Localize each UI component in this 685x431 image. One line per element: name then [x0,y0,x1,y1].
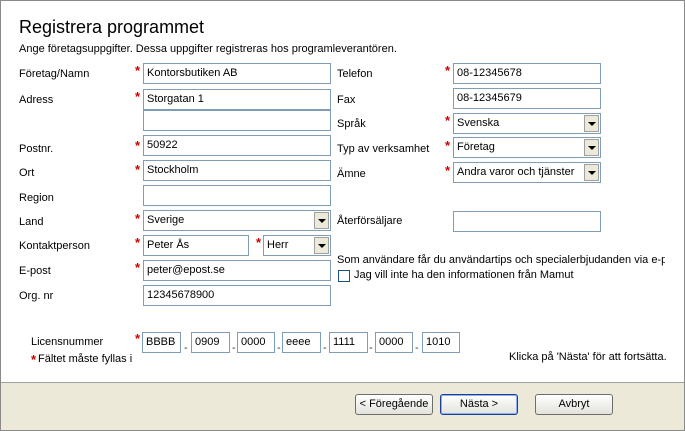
required-marker: * [135,138,141,153]
contact-label: Kontaktperson [19,240,90,252]
required-marker: * [31,352,37,367]
business-type-select[interactable]: Företag [453,137,601,158]
license-part-2[interactable]: 0909 [191,332,230,353]
license-part-1[interactable]: BBBB [142,332,181,353]
company-field[interactable]: Kontorsbutiken AB [143,63,331,84]
required-marker: * [135,331,141,346]
fax-label: Fax [337,94,356,106]
phone-label: Telefon [337,68,373,80]
phone-field[interactable]: 08-12345678 [453,63,601,84]
business-type-label: Typ av verksamhet [337,143,430,155]
subject-select[interactable]: Andra varor och tjänster [453,162,601,183]
license-part-6[interactable]: 0000 [375,332,413,353]
business-type-value: Företag [457,141,495,153]
required-marker: * [445,63,451,78]
info-text: Som användare får du användartips och sp… [337,254,665,266]
cancel-button[interactable]: Avbryt [535,394,613,415]
license-separator: - [277,342,281,354]
required-marker: * [135,162,141,177]
chevron-down-icon[interactable] [584,115,599,132]
license-part-4[interactable]: eeee [282,332,321,353]
required-marker: * [135,211,141,226]
required-note: Fältet måste fyllas i [38,353,133,365]
next-button[interactable]: Nästa > [440,394,518,415]
postal-label: Postnr. [19,143,54,155]
license-label: Licensnummer [31,336,104,348]
language-value: Svenska [457,117,500,129]
next-hint: Klicka på 'Nästa' för att fortsätta. [509,351,667,363]
required-marker: * [445,113,451,128]
subject-label: Ämne [337,168,366,180]
chevron-down-icon[interactable] [584,139,599,156]
chevron-down-icon[interactable] [314,212,329,229]
company-label: Företag/Namn [19,68,90,80]
fax-field[interactable]: 08-12345679 [453,88,601,109]
salutation-select[interactable]: Herr [263,235,331,256]
license-part-5[interactable]: 1111 [329,332,368,353]
chevron-down-icon[interactable] [584,164,599,181]
country-label: Land [19,216,44,228]
license-part-3[interactable]: 0000 [237,332,275,353]
country-value: Sverige [147,214,185,226]
reseller-field[interactable] [453,211,601,232]
chevron-down-icon[interactable] [314,237,329,254]
required-marker: * [445,163,451,178]
city-label: Ort [19,167,35,179]
region-field[interactable] [143,185,331,206]
country-select[interactable]: Sverige [143,210,331,231]
contact-field[interactable]: Peter Ås [143,235,249,256]
optout-checkbox[interactable] [338,270,350,282]
optout-label[interactable]: Jag vill inte ha den informationen från … [354,269,574,281]
license-part-7[interactable]: 1010 [422,332,460,353]
address-field[interactable]: Storgatan 1 [143,89,331,110]
address2-field[interactable] [143,110,331,131]
required-marker: * [135,235,141,250]
salutation-value: Herr [267,239,289,251]
region-label: Region [19,192,54,204]
required-marker: * [135,260,141,275]
license-separator: - [323,342,327,354]
license-separator: - [184,342,188,354]
email-label: E-post [19,265,51,277]
language-select[interactable]: Svenska [453,113,601,134]
postal-field[interactable]: 50922 [143,135,331,156]
required-marker: * [135,89,141,104]
required-marker: * [445,138,451,153]
reseller-label: Återförsäljare [337,215,403,227]
language-label: Språk [337,118,366,130]
page-subtitle: Ange företagsuppgifter. Dessa uppgifter … [19,43,397,55]
org-field[interactable]: 12345678900 [143,285,331,306]
back-button[interactable]: < Föregående [355,394,433,415]
page-title: Registrera programmet [19,17,205,37]
license-separator: - [415,342,419,354]
org-label: Org. nr [19,290,54,302]
license-separator: - [232,342,236,354]
license-separator: - [369,342,373,354]
required-marker: * [135,63,141,78]
email-field[interactable]: peter@epost.se [143,260,331,281]
required-marker: * [256,235,262,250]
subject-value: Andra varor och tjänster [457,166,575,178]
address-label: Adress [19,94,54,106]
city-field[interactable]: Stockholm [143,160,331,181]
